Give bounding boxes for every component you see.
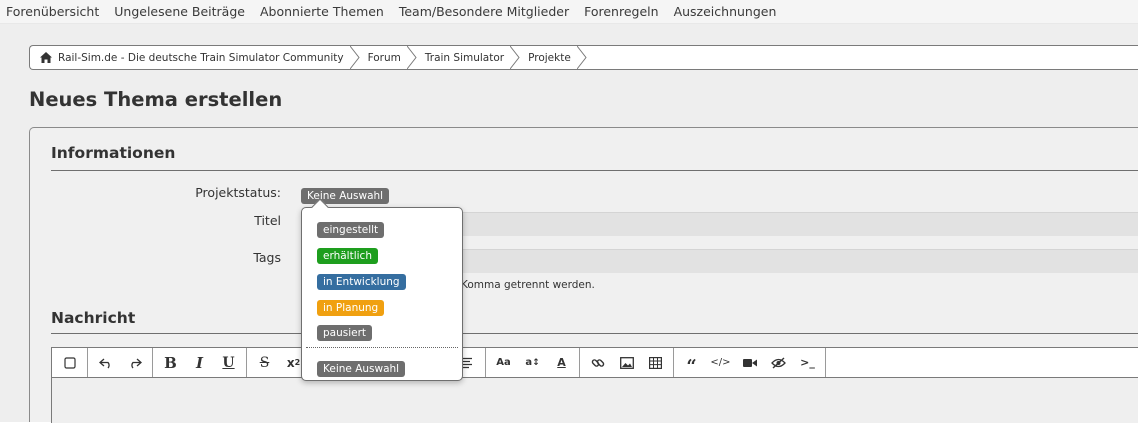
spoiler-icon[interactable] [764, 348, 793, 377]
nav-team-mitglieder[interactable]: Team/Besondere Mitglieder [399, 4, 569, 19]
breadcrumb-separator-icon [406, 46, 417, 69]
section-divider [51, 333, 1138, 334]
projektstatus-label: Projektstatus: [195, 185, 281, 200]
option-badge: eingestellt [317, 222, 385, 238]
option-badge: in Planung [317, 300, 385, 316]
tags-hint: Komma getrennt werden. [461, 279, 595, 291]
breadcrumb-projekte[interactable]: Projekte [520, 46, 587, 69]
option-pausiert[interactable]: pausiert [317, 321, 373, 341]
code-icon[interactable]: </> [706, 348, 735, 377]
breadcrumb-projekte-label: Projekte [528, 51, 571, 64]
nav-ungelesene-beitraege[interactable]: Ungelesene Beiträge [114, 4, 245, 19]
table-icon[interactable] [641, 348, 670, 377]
text-height-icon[interactable]: a ↕ [518, 348, 547, 377]
section-divider [51, 170, 1138, 171]
undo-icon[interactable] [91, 348, 120, 377]
option-keine-auswahl[interactable]: Keine Auswahl [317, 357, 406, 377]
nav-forenregeln[interactable]: Forenregeln [584, 4, 658, 19]
breadcrumb-separator-icon [349, 46, 360, 69]
strikethrough-icon[interactable]: S [250, 348, 279, 377]
quote-icon[interactable]: “ [677, 348, 706, 377]
italic-icon[interactable]: I [185, 348, 214, 377]
option-badge: pausiert [317, 325, 373, 341]
section-title-informationen: Informationen [51, 144, 176, 162]
terminal-icon[interactable]: >_ [793, 348, 822, 377]
text-color-icon[interactable]: A [547, 348, 576, 377]
dropdown-divider [306, 347, 458, 348]
projektstatus-select[interactable]: Keine Auswahl [301, 184, 390, 204]
main-content: Rail-Sim.de - Die deutsche Train Simulat… [0, 24, 1138, 423]
underline-icon[interactable]: U [214, 348, 243, 377]
option-in-entwicklung[interactable]: in Entwicklung [317, 270, 406, 290]
bold-icon[interactable]: B [156, 348, 185, 377]
editor-toolbar: B I U S x2 Aa a ↕ A “ </> >_ [51, 347, 1138, 378]
section-title-nachricht: Nachricht [51, 309, 136, 327]
option-badge: Keine Auswahl [317, 361, 406, 377]
breadcrumb-separator-icon [510, 46, 520, 69]
redo-icon[interactable] [120, 348, 149, 377]
option-eingestellt[interactable]: eingestellt [317, 218, 385, 238]
page-title: Neues Thema erstellen [29, 88, 283, 111]
video-icon[interactable] [735, 348, 764, 377]
font-size-icon[interactable]: Aa [489, 348, 518, 377]
home-icon [40, 52, 52, 63]
breadcrumb-separator-icon [576, 46, 587, 69]
checkbox-icon[interactable] [55, 348, 84, 377]
projektstatus-dropdown: eingestellt erhältlich in Entwicklung in… [301, 198, 463, 381]
projektstatus-selected-badge: Keine Auswahl [301, 188, 390, 204]
option-badge: erhältlich [317, 248, 378, 264]
breadcrumb-home[interactable]: Rail-Sim.de - Die deutsche Train Simulat… [30, 46, 360, 69]
breadcrumb-train-simulator[interactable]: Train Simulator [417, 46, 520, 69]
breadcrumb-forum-label: Forum [367, 51, 401, 64]
breadcrumb: Rail-Sim.de - Die deutsche Train Simulat… [29, 45, 1138, 70]
breadcrumb-forum[interactable]: Forum [360, 46, 417, 69]
titel-label: Titel [254, 213, 281, 228]
option-in-planung[interactable]: in Planung [317, 296, 385, 316]
form-panel: Informationen Projektstatus: Keine Auswa… [29, 127, 1138, 423]
tags-label: Tags [253, 250, 281, 265]
option-erhaeltlich[interactable]: erhältlich [317, 244, 378, 264]
breadcrumb-train-simulator-label: Train Simulator [424, 51, 505, 64]
image-icon[interactable] [612, 348, 641, 377]
link-icon[interactable] [583, 348, 612, 377]
nav-forenuebersicht[interactable]: Forenübersicht [6, 4, 99, 19]
nav-abonnierte-themen[interactable]: Abonnierte Themen [260, 4, 384, 19]
option-badge: in Entwicklung [317, 274, 406, 290]
message-editor[interactable] [51, 378, 1138, 423]
nav-auszeichnungen[interactable]: Auszeichnungen [674, 4, 777, 19]
top-navigation: Forenübersicht Ungelesene Beiträge Abonn… [0, 0, 1138, 24]
breadcrumb-home-label: Rail-Sim.de - Die deutsche Train Simulat… [58, 51, 344, 64]
